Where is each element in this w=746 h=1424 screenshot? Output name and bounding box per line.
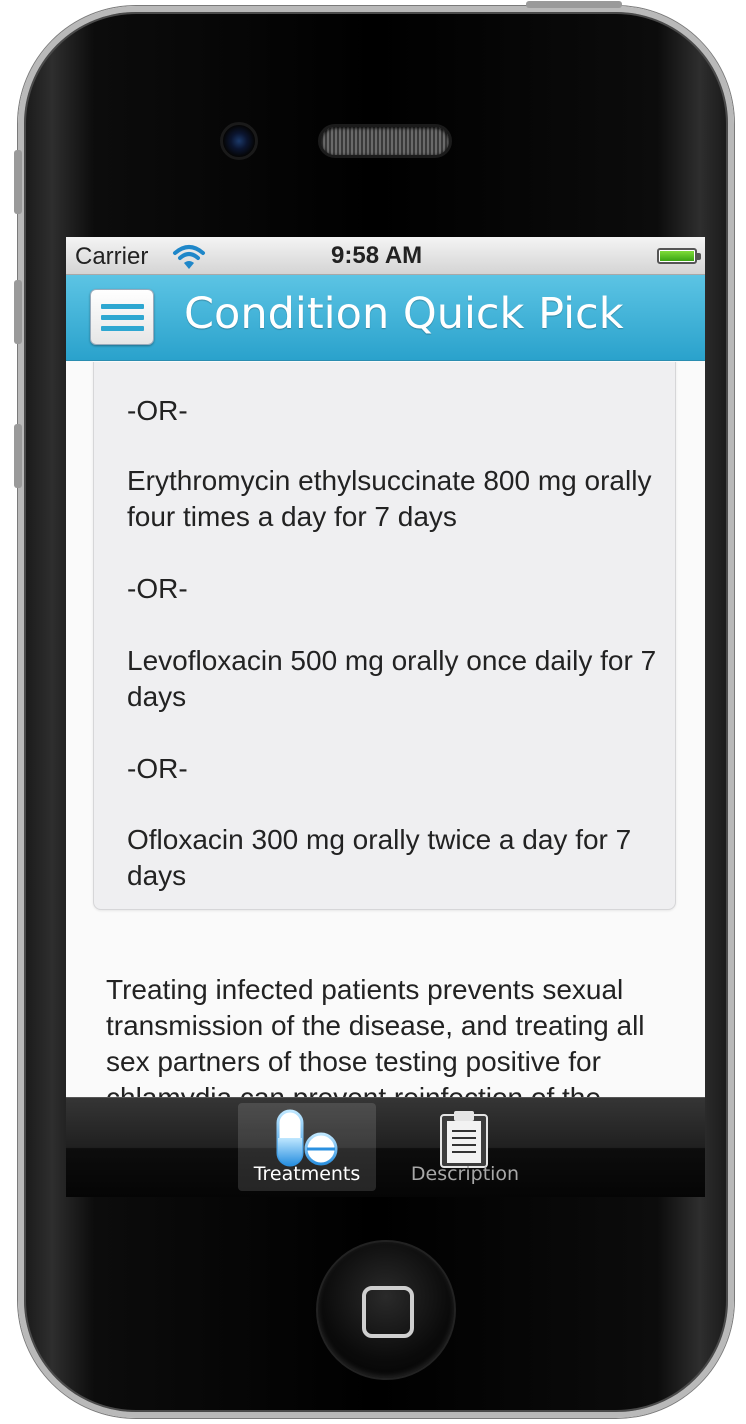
treatment-option: Ofloxacin 300 mg orally twice a day for … xyxy=(127,824,632,891)
or-separator: -OR- xyxy=(127,753,188,784)
tab-bar: Treatments Description xyxy=(66,1097,705,1197)
or-separator: -OR- xyxy=(127,573,188,604)
navigation-bar: Condition Quick Pick xyxy=(66,275,705,361)
hamburger-menu-icon xyxy=(101,304,144,309)
hamburger-menu-icon-bar xyxy=(101,326,144,331)
description-text: Treating infected patients prevents sexu… xyxy=(106,974,645,1098)
tab-description-label: Description xyxy=(410,1163,520,1185)
tab-description[interactable]: Description xyxy=(396,1103,534,1191)
app-screen: Carrier 9:58 AM Condition Quick Pick -OR… xyxy=(66,237,705,1197)
clock: 9:58 AM xyxy=(331,242,423,269)
pills-icon xyxy=(276,1109,338,1167)
tab-treatments[interactable]: Treatments xyxy=(238,1103,376,1191)
hamburger-menu-icon-bar xyxy=(101,315,144,320)
scroll-content[interactable]: -OR- Erythromycin ethylsuccinate 800 mg … xyxy=(66,362,705,1098)
page-title: Condition Quick Pick xyxy=(184,289,624,339)
treatment-option: Erythromycin ethylsuccinate 800 mg orall… xyxy=(127,465,652,532)
or-separator: -OR- xyxy=(127,395,188,426)
home-button[interactable] xyxy=(316,1240,456,1380)
menu-button[interactable] xyxy=(90,289,154,345)
clipboard-icon xyxy=(440,1111,488,1168)
treatment-option: Levofloxacin 500 mg orally once daily fo… xyxy=(127,645,657,712)
treatment-card: -OR- Erythromycin ethylsuccinate 800 mg … xyxy=(93,362,676,910)
status-bar: Carrier 9:58 AM xyxy=(66,237,705,275)
carrier-label: Carrier xyxy=(75,243,149,270)
mute-switch xyxy=(14,150,22,214)
front-camera xyxy=(220,122,258,160)
battery-icon xyxy=(657,248,701,264)
home-square-icon xyxy=(362,1286,414,1338)
volume-up-button xyxy=(14,280,22,344)
tab-treatments-label: Treatments xyxy=(253,1163,361,1185)
wifi-icon xyxy=(173,245,205,269)
volume-down-button xyxy=(14,424,22,488)
power-button xyxy=(526,1,622,8)
earpiece-speaker xyxy=(318,124,452,158)
